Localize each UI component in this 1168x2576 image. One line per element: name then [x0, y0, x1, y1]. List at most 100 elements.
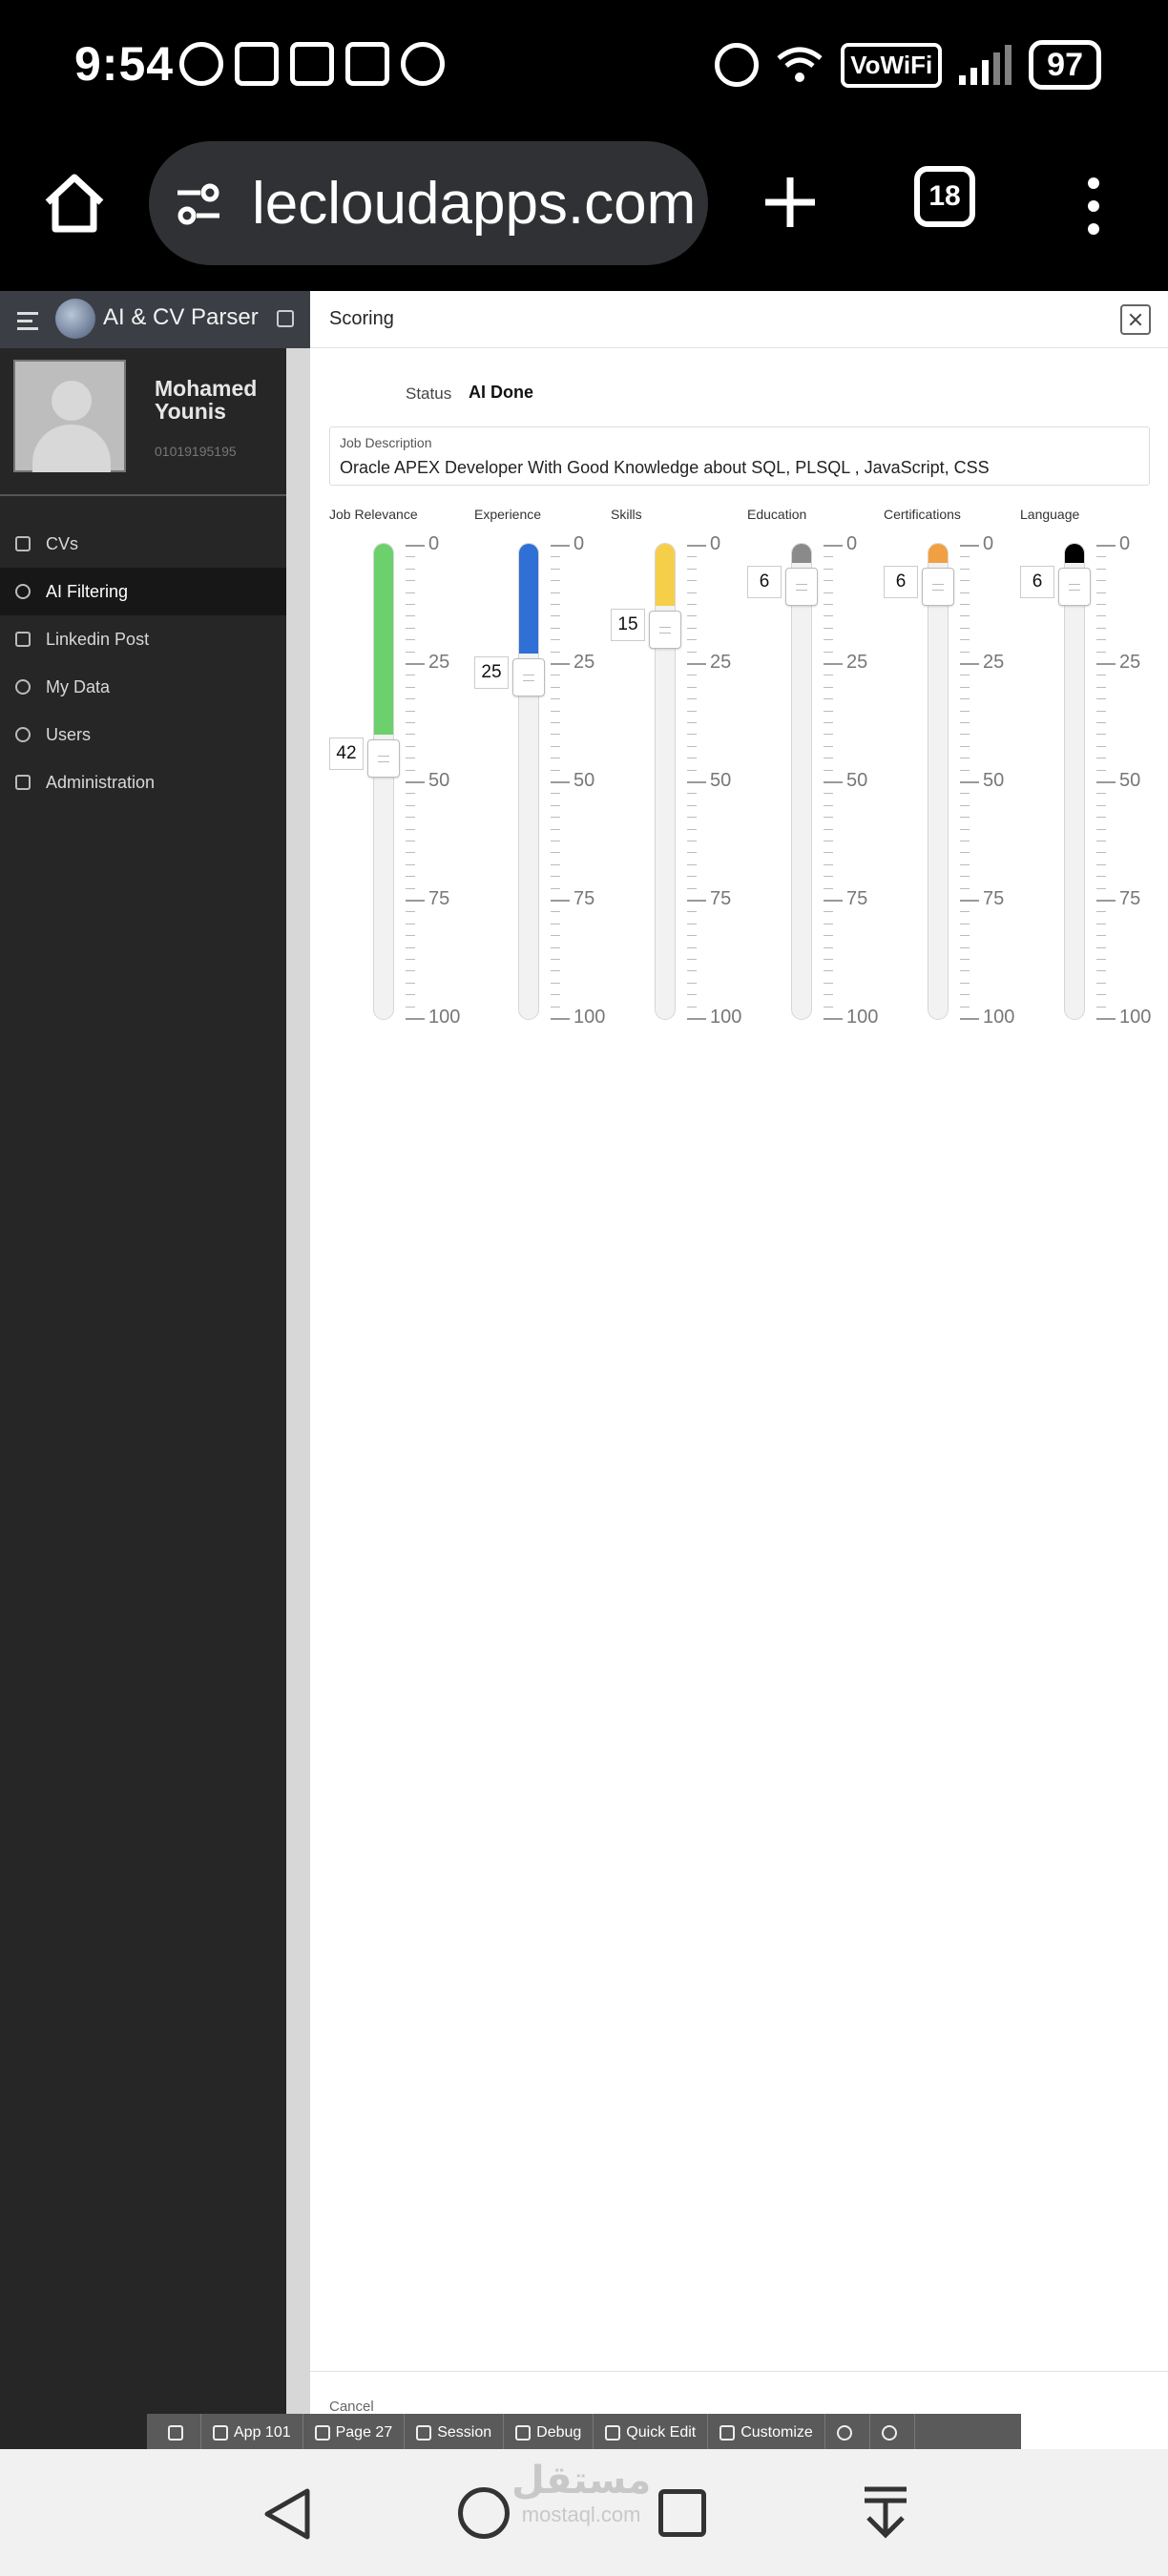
tick-mark — [406, 982, 415, 984]
sidebar-item-linkedin-post[interactable]: Linkedin Post — [0, 615, 286, 663]
slider-handle[interactable] — [649, 611, 681, 649]
tick-mark — [1096, 1018, 1116, 1020]
tick-label: 0 — [1119, 533, 1131, 554]
home-icon[interactable] — [42, 172, 107, 237]
hide-keyboard-icon[interactable] — [857, 2483, 914, 2541]
tick-mark — [406, 946, 415, 948]
app-viewport: Mohamed Younis 01019195195 CVs AI Filter… — [0, 291, 1168, 2449]
tab-switcher-button[interactable]: 18 — [914, 166, 975, 227]
tick-mark — [960, 900, 979, 902]
sidebar-item-cvs[interactable]: CVs — [0, 520, 286, 568]
tick-mark — [687, 710, 697, 712]
more-menu-icon[interactable] — [1084, 177, 1103, 239]
tick-mark — [551, 615, 560, 617]
tick-mark — [1096, 959, 1106, 960]
app-title: AI & CV Parser — [103, 304, 259, 330]
slider-track[interactable] — [373, 543, 394, 1020]
dev-gear-button[interactable] — [870, 2414, 915, 2449]
tick-mark — [960, 627, 970, 629]
sidebar-item-ai-filtering[interactable]: AI Filtering — [0, 568, 286, 615]
tick-mark — [406, 804, 415, 806]
tick-mark — [551, 627, 560, 629]
home-button[interactable] — [458, 2487, 510, 2539]
tick-mark — [1096, 663, 1116, 665]
dev-app-101-button[interactable]: App 101 — [201, 2414, 303, 2449]
notification-icons — [179, 42, 445, 86]
slider-track[interactable] — [928, 543, 949, 1020]
slider-handle[interactable] — [367, 739, 400, 778]
tick-label: 100 — [983, 1007, 1015, 1028]
tick-mark — [960, 686, 970, 688]
dev-info-button[interactable] — [825, 2414, 870, 2449]
tick-mark — [551, 804, 560, 806]
address-bar[interactable]: lecloudapps.com — [149, 141, 708, 265]
back-icon[interactable] — [260, 2485, 313, 2543]
tick-mark — [960, 876, 970, 878]
tick-mark — [551, 959, 560, 960]
close-icon[interactable] — [1120, 304, 1151, 335]
dev-session-button[interactable]: Session — [405, 2414, 505, 2449]
user-name: Mohamed Younis — [155, 376, 258, 424]
dev-debug-button[interactable]: Debug — [504, 2414, 594, 2449]
tick-mark — [1096, 615, 1106, 617]
tick-mark — [406, 959, 415, 960]
tick-mark — [551, 852, 560, 854]
new-tab-icon[interactable] — [760, 172, 821, 233]
home-icon — [168, 2425, 183, 2441]
tick-mark — [406, 651, 415, 653]
slider-track[interactable] — [1064, 543, 1085, 1020]
slider-handle[interactable] — [785, 568, 818, 606]
tick-mark — [406, 663, 425, 665]
heart-rate-icon — [290, 42, 334, 86]
job-description-field[interactable]: Job Description Oracle APEX Developer Wi… — [329, 426, 1150, 486]
tick-mark — [406, 615, 415, 617]
tick-mark — [1096, 545, 1116, 547]
tick-mark — [551, 900, 570, 902]
tick-mark — [960, 817, 970, 819]
slider-handle[interactable] — [922, 568, 954, 606]
gear-icon — [881, 2425, 897, 2441]
logout-icon[interactable] — [277, 310, 294, 327]
bug-icon — [515, 2425, 532, 2441]
sidebar-item-users[interactable]: Users — [0, 711, 286, 758]
document-icon — [15, 536, 31, 551]
tick-mark — [406, 580, 415, 582]
tick-mark — [551, 651, 560, 653]
tick-mark — [1096, 651, 1106, 653]
slider-label: Job Relevance — [329, 507, 418, 522]
tick-mark — [824, 781, 843, 783]
slider-handle[interactable] — [1058, 568, 1091, 606]
sidebar-item-administration[interactable]: Administration — [0, 758, 286, 806]
tick-mark — [687, 734, 697, 736]
tick-mark — [1096, 710, 1106, 712]
slider-track[interactable] — [791, 543, 812, 1020]
slider-handle[interactable] — [512, 658, 545, 696]
dev-customize-button[interactable]: Customize — [708, 2414, 825, 2449]
tick-label: 25 — [983, 652, 1005, 673]
site-settings-icon[interactable] — [174, 179, 223, 229]
cancel-button[interactable]: Cancel — [329, 2399, 374, 2415]
tick-mark — [687, 698, 697, 700]
tick-mark — [824, 1006, 833, 1008]
recents-button[interactable] — [658, 2489, 706, 2537]
sidebar-item-my-data[interactable]: My Data — [0, 663, 286, 711]
tick-mark — [824, 959, 833, 960]
tick-mark — [406, 900, 425, 902]
tick-label: 100 — [428, 1007, 461, 1028]
slider-label: Skills — [611, 507, 642, 522]
slider-track[interactable] — [518, 543, 539, 1020]
hamburger-icon[interactable] — [17, 312, 38, 335]
tick-mark — [960, 651, 970, 653]
tick-label: 25 — [710, 652, 732, 673]
tick-mark — [406, 935, 415, 937]
tick-mark — [1096, 734, 1106, 736]
tick-mark — [687, 651, 697, 653]
tick-mark — [824, 639, 833, 641]
tick-mark — [960, 556, 970, 558]
url-text: lecloudapps.com — [252, 171, 697, 237]
dev-home-button[interactable] — [156, 2414, 201, 2449]
dev-page-27-button[interactable]: Page 27 — [303, 2414, 406, 2449]
slider-fill — [374, 544, 393, 735]
dev-quick-edit-button[interactable]: Quick Edit — [594, 2414, 709, 2449]
tick-mark — [551, 970, 560, 972]
